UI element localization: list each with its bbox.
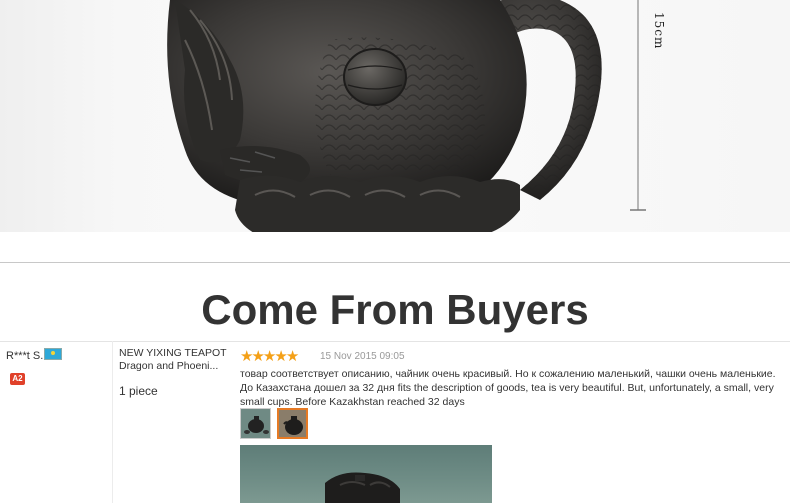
buyer-level-badge: A2: [10, 373, 25, 385]
review-photo-thumbnail-2[interactable]: [277, 408, 308, 439]
section-title: Come From Buyers: [201, 286, 589, 333]
review-photo-thumbnail-1[interactable]: [240, 408, 271, 439]
review-date: 15 Nov 2015 09:05: [320, 351, 405, 362]
section-divider: [0, 262, 790, 263]
dimension-label: 15cm: [652, 12, 666, 50]
product-name-link[interactable]: NEW YIXING TEAPOT Dragon and Phoeni...: [119, 347, 229, 373]
buyer-review: R***t S. A2 NEW YIXING TEAPOT Dragon and…: [0, 341, 790, 503]
star-icon: ★: [285, 348, 300, 365]
column-separator: [112, 341, 113, 503]
star-rating: ★★★★★: [240, 348, 300, 365]
review-text: товар соответствует описанию, чайник оче…: [240, 368, 776, 408]
product-name-line2: Dragon and Phoeni...: [119, 360, 219, 372]
kazakhstan-flag-icon: [44, 348, 62, 360]
review-separator: [0, 341, 790, 342]
product-name-line1: NEW YIXING TEAPOT: [119, 347, 227, 359]
dragon-teapot-image: [167, 0, 646, 232]
order-quantity: 1 piece: [119, 384, 158, 398]
product-photo: 15cm: [0, 0, 790, 232]
review-photo-large[interactable]: [240, 445, 492, 503]
buyer-name: R***t S.: [6, 350, 44, 362]
